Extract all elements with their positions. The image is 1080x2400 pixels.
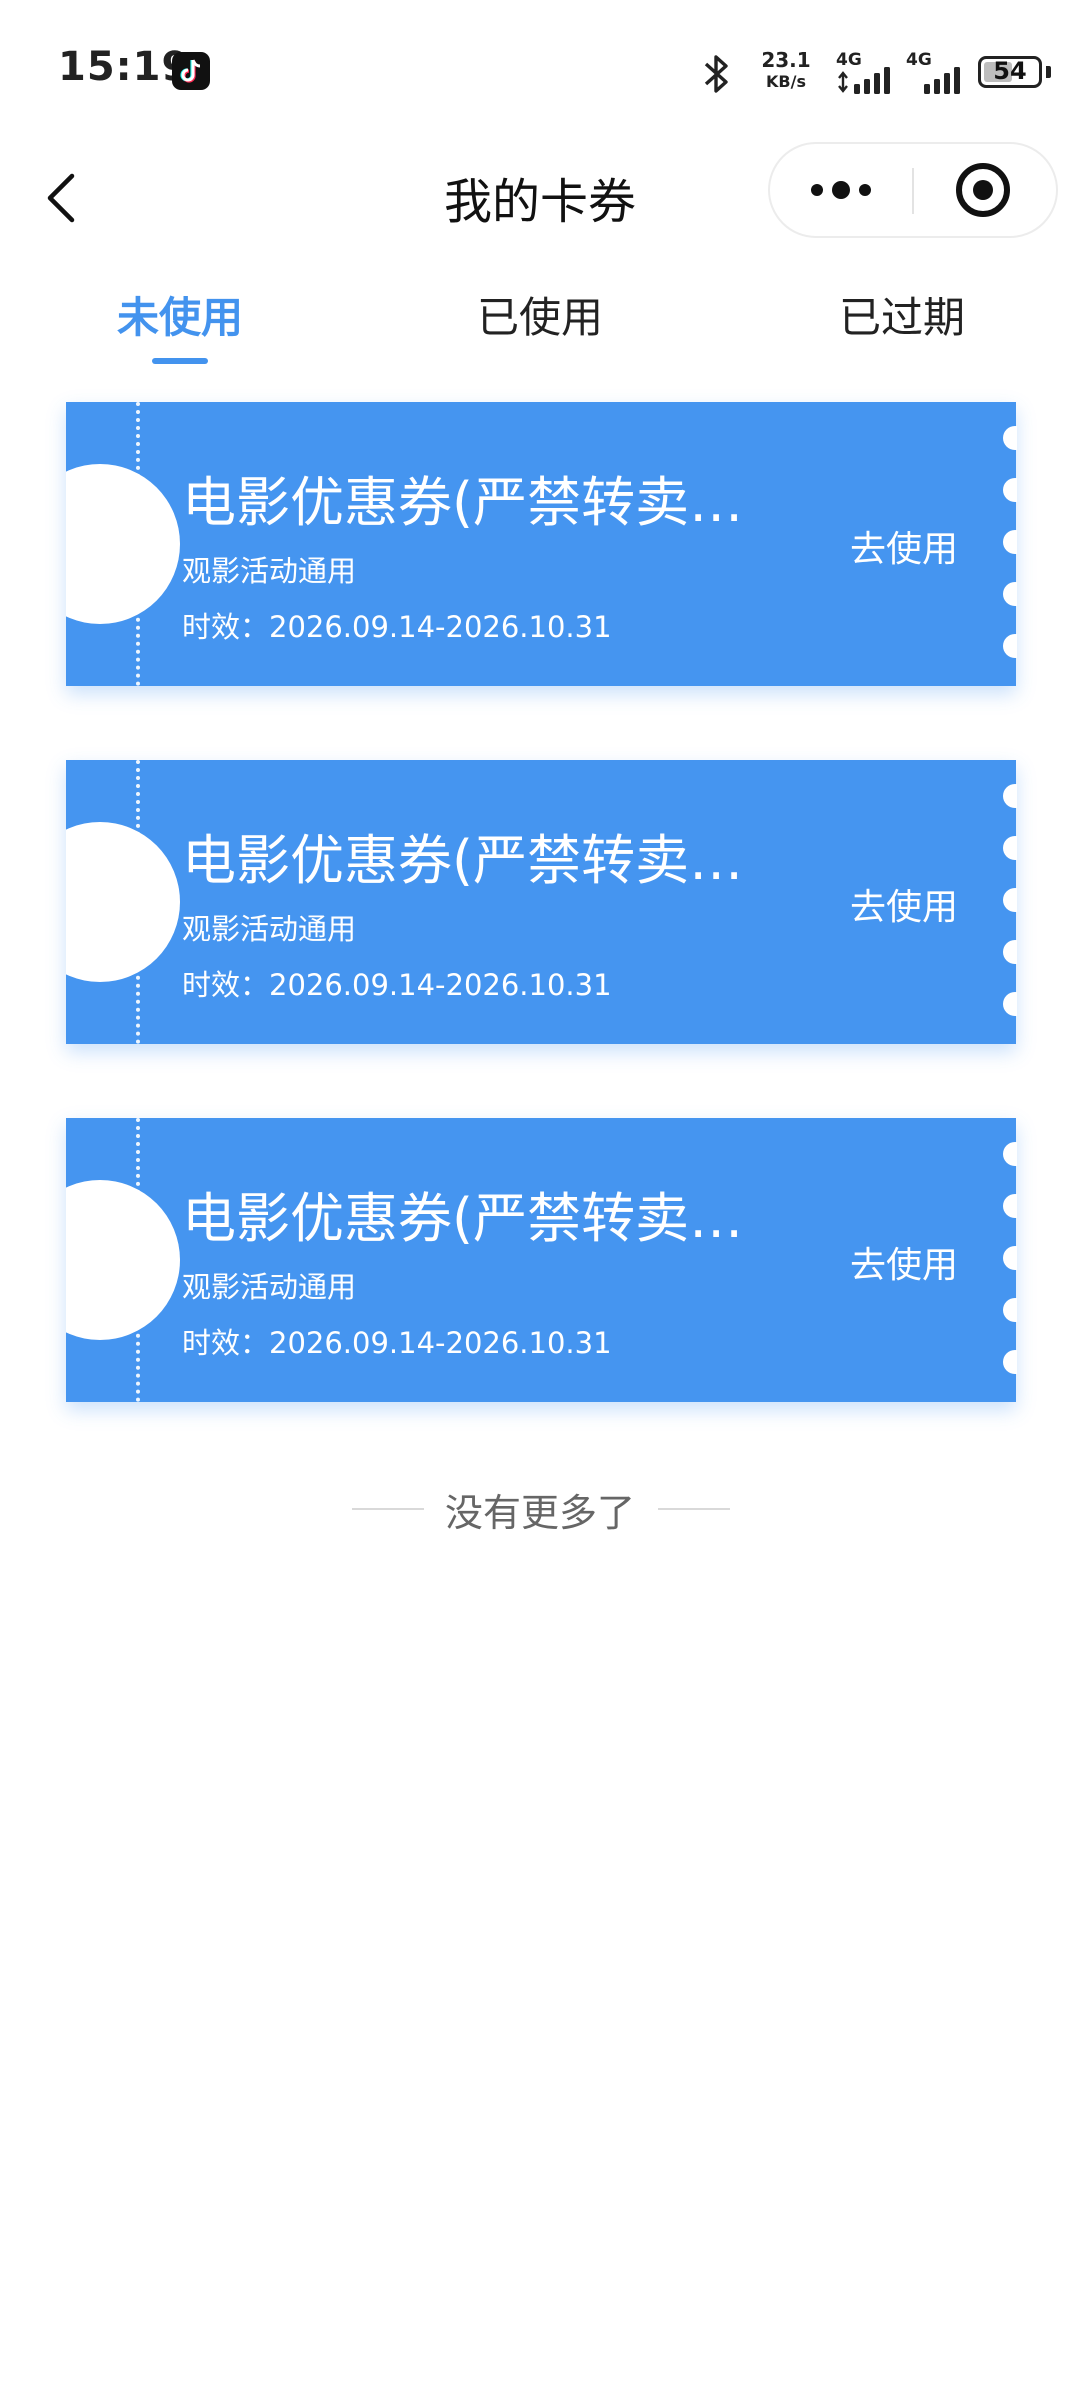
bluetooth-icon [700,52,734,96]
more-button[interactable] [770,144,912,236]
nav-bar: 我的卡券 [0,140,1080,250]
tab-used[interactable]: 已使用 [390,284,690,345]
coupon-scope: 观影活动通用 [182,1270,357,1304]
coupon-scope: 观影活动通用 [182,554,357,588]
coupon-card[interactable]: 电影优惠券(严禁转卖… 观影活动通用 时效：2026.09.14-2026.10… [66,760,1017,1044]
network-speed: 23.1 KB/s [756,50,816,92]
coupon-validity: 时效：2026.09.14-2026.10.31 [182,968,612,1002]
close-miniprogram-icon [956,163,1010,217]
coupon-notch [66,464,180,624]
use-coupon-button[interactable]: 去使用 [850,1236,958,1288]
status-time: 15:19 [58,44,191,90]
coupon-card[interactable]: 电影优惠券(严禁转卖… 观影活动通用 时效：2026.09.14-2026.10… [66,402,1017,686]
network-speed-unit: KB/s [766,72,806,91]
tab-unused[interactable]: 未使用 [30,284,330,345]
coupon-scope: 观影活动通用 [182,912,357,946]
use-coupon-button[interactable]: 去使用 [850,520,958,572]
status-bar: 15:19 23.1 KB/s 4G 4G 54 [0,0,1080,140]
miniprogram-capsule [768,142,1058,238]
signal-icon: 4G [836,50,898,96]
coupon-notch [66,822,180,982]
coupon-edge [997,760,1017,1044]
coupon-perforation [136,402,140,686]
battery-nub [1046,66,1051,78]
divider-line [658,1508,730,1510]
coupon-title: 电影优惠券(严禁转卖… [182,829,744,892]
tab-expired[interactable]: 已过期 [752,284,1052,345]
no-more-text: 没有更多了 [444,1491,635,1535]
battery-icon: 54 [978,56,1042,88]
use-coupon-button[interactable]: 去使用 [850,878,958,930]
battery-level: 54 [993,57,1027,85]
coupon-title: 电影优惠券(严禁转卖… [182,471,744,534]
more-icon [811,181,871,199]
coupon-perforation [136,760,140,1044]
coupon-notch [66,1180,180,1340]
no-more-indicator: 没有更多了 [0,1478,1080,1538]
coupon-validity: 时效：2026.09.14-2026.10.31 [182,1326,612,1360]
coupon-validity: 时效：2026.09.14-2026.10.31 [182,610,612,644]
close-miniprogram-button[interactable] [914,144,1056,236]
active-tab-indicator [152,358,208,364]
coupon-title: 电影优惠券(严禁转卖… [182,1187,744,1250]
coupon-card[interactable]: 电影优惠券(严禁转卖… 观影活动通用 时效：2026.09.14-2026.10… [66,1118,1017,1402]
tiktok-icon [172,52,210,90]
signal-icon: 4G [906,50,968,96]
network-speed-value: 23.1 [761,48,811,72]
status-indicators: 23.1 KB/s 4G 4G 54 [660,50,1080,96]
coupon-perforation [136,1118,140,1402]
coupon-edge [997,402,1017,686]
coupon-tabs: 未使用 已使用 已过期 [0,270,1080,370]
coupon-edge [997,1118,1017,1402]
